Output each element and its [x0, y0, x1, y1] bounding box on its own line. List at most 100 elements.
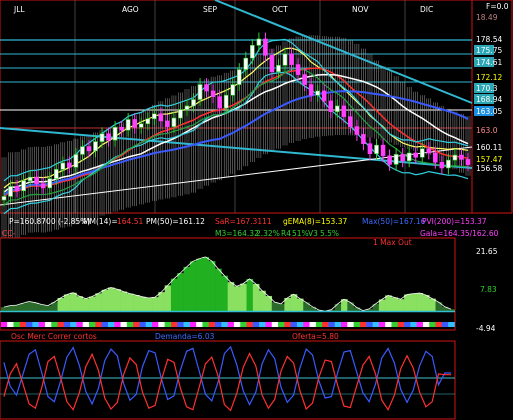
candle-body [387, 155, 392, 165]
signal-segment [164, 322, 172, 327]
candle-body [393, 154, 399, 165]
price-tag-value: 157.47 [476, 155, 502, 164]
macd-bar [240, 283, 247, 312]
legend-r4-pct: 51% [292, 229, 309, 238]
signal-segment [422, 322, 430, 327]
candle-body [334, 105, 340, 112]
macd-bar [278, 303, 285, 312]
candle-body [263, 38, 268, 56]
macd-bar [271, 302, 279, 312]
macd-bar [38, 304, 46, 312]
signal-segment [38, 322, 46, 327]
macd-bar [101, 289, 109, 312]
legend-v3-pct: 5.5% [320, 229, 339, 238]
candle-body [236, 69, 242, 85]
macd-bar [215, 268, 222, 312]
signal-segment [202, 322, 210, 327]
signal-segment [196, 322, 203, 327]
candle-body [400, 154, 405, 162]
price-panel-frame [0, 0, 473, 214]
signal-segment [114, 322, 121, 327]
price-tag-value: 170.3 [476, 84, 498, 93]
month-label: OCT [272, 5, 288, 14]
candle-body [8, 186, 13, 197]
candle-body [289, 53, 294, 65]
macd-bar [70, 292, 77, 312]
oscillator-title: Osc Merc Correr cortos [11, 332, 97, 341]
signal-segment [334, 322, 342, 327]
macd-bar [259, 290, 266, 312]
signal-segment [57, 322, 65, 327]
legend-cc: CC- [2, 229, 15, 238]
legend-mm14: MM(14)= [83, 217, 118, 226]
signal-segment [265, 322, 273, 327]
signal-segment [429, 322, 436, 327]
macd-bar [152, 297, 159, 312]
candle-body [348, 116, 353, 127]
macd-bar [63, 294, 71, 312]
signal-segment [215, 322, 222, 327]
candle-body [361, 134, 366, 145]
candle-body [354, 126, 360, 135]
signal-segment [290, 322, 298, 327]
candle-body [308, 84, 314, 96]
macd-scale-bottom: -4.94 [476, 324, 496, 333]
price-tag-value: 156.58 [476, 164, 502, 173]
oscillator-demanda: Demanda=6.03 [155, 332, 215, 341]
candle-body [165, 120, 170, 127]
macd-bar [95, 293, 102, 312]
macd-bar [227, 282, 235, 312]
candle-body [295, 64, 301, 75]
signal-segment [133, 322, 140, 327]
macd-bar [13, 305, 21, 312]
signal-segment [246, 322, 254, 327]
max-out-label: 1 Max Out [373, 238, 412, 247]
price-tag-value: 174.61 [476, 58, 502, 67]
candle-body [223, 94, 229, 109]
candle-body [80, 146, 85, 155]
macd-bar [82, 298, 90, 312]
signal-segment [107, 322, 115, 327]
signal-segment [259, 322, 266, 327]
candle-body [138, 123, 144, 128]
macd-bar [177, 273, 184, 312]
candle-body [67, 162, 72, 168]
candle-body [1, 196, 7, 201]
candle-body [210, 90, 216, 97]
signal-segment [63, 322, 71, 327]
candle-body [380, 144, 386, 157]
signal-segment [177, 322, 184, 327]
macd-bar [107, 287, 115, 312]
macd-scale-mid: 7.83 [480, 285, 497, 294]
signal-segment [208, 322, 216, 327]
legend-gala: Gala=164.35/162.60 [420, 229, 499, 238]
signal-segment [7, 322, 14, 327]
signal-segment [416, 322, 424, 327]
candle-body [459, 154, 464, 160]
candle-body [14, 186, 20, 192]
macd-bar [89, 296, 96, 312]
legend-m3-pct: 2.32% [256, 229, 280, 238]
macd-bar [26, 301, 33, 312]
signal-segment [233, 322, 241, 327]
signal-segment [397, 322, 405, 327]
legend-max: Max(50)=167.16 [362, 217, 426, 226]
macd-bar [7, 305, 14, 312]
macd-bar [32, 302, 39, 312]
candle-body [40, 183, 46, 189]
macd-bar [19, 303, 27, 312]
candle-body [465, 159, 471, 165]
macd-bar [422, 295, 430, 312]
candle-body [230, 84, 236, 96]
candle-body [106, 133, 111, 141]
legend-pvi: PVI(200)=153.37 [422, 217, 487, 226]
macd-bar [435, 302, 443, 312]
candle-body [132, 119, 138, 128]
price-tag-value: 160.11 [476, 143, 502, 152]
candle-body [433, 152, 438, 163]
signal-color-bar [0, 322, 455, 327]
price-tag-value: 163.05 [476, 107, 502, 116]
candle-body [99, 133, 105, 142]
macd-bar [57, 298, 65, 312]
macd-bar [126, 293, 134, 312]
